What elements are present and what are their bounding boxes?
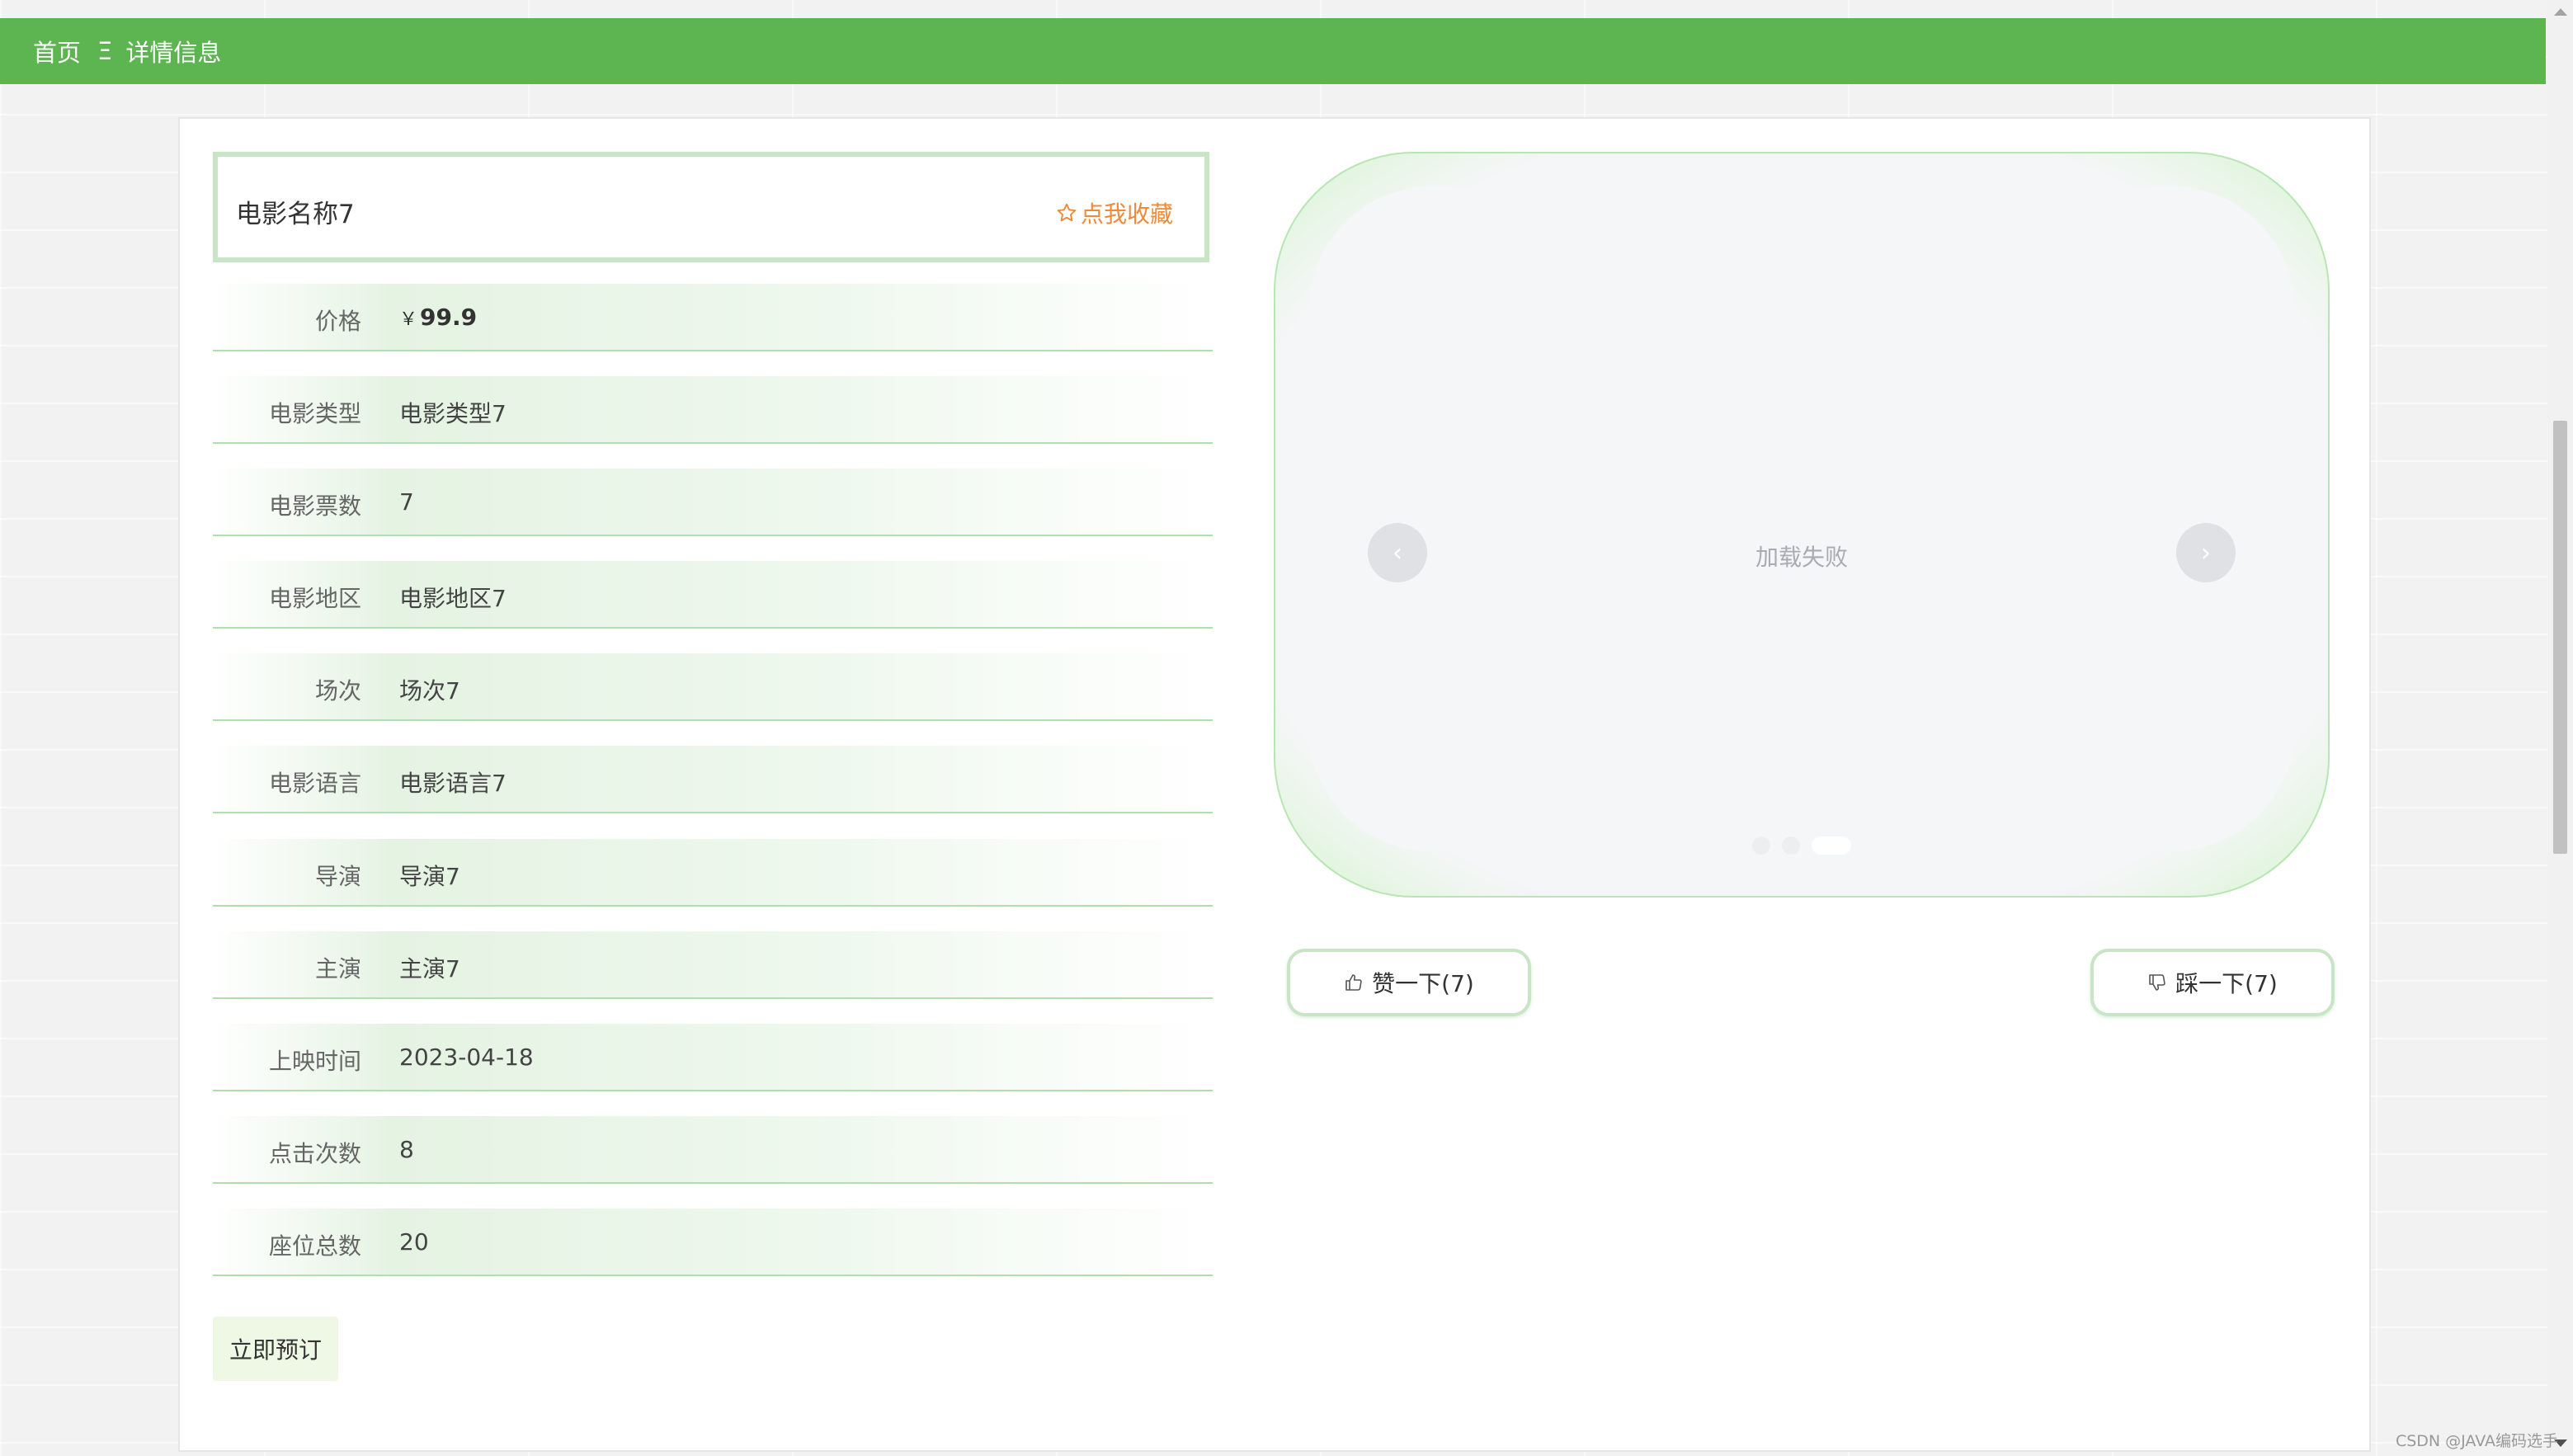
price-value: ￥ 99.9 [399,304,477,331]
detail-label: 价格 [314,308,361,335]
detail-row-seat-total: 座位总数 20 [213,1208,1213,1299]
vertical-scrollbar[interactable] [2547,0,2573,1456]
detail-value: 主演7 [399,954,460,982]
detail-value: 电影地区7 [399,585,507,613]
image-load-error: 加载失败 [1755,544,1848,571]
detail-label: 主演 [314,954,361,982]
thumbs-down-icon [2149,974,2165,991]
breadcrumb-current: 详情信息 [125,39,222,67]
detail-row-price: 价格 ￥ 99.9 [213,284,1213,375]
carousel-indicator[interactable] [1782,836,1800,855]
detail-value: 导演7 [399,862,460,890]
price-amount: 99.9 [420,304,478,331]
detail-value: 20 [399,1227,429,1256]
detail-label: 电影地区 [268,585,361,613]
detail-row-language: 电影语言 电影语言7 [213,746,1213,836]
scroll-up-arrow-icon[interactable] [2554,8,2567,16]
detail-value: 2023-04-18 [399,1043,534,1071]
movie-title: 电影名称7 [236,200,355,229]
detail-label: 电影语言 [268,770,361,798]
detail-row-tickets: 电影票数 7 [213,469,1213,559]
detail-label: 电影票数 [268,492,361,521]
carousel-next-button[interactable]: › [2176,523,2236,582]
favorite-label: 点我收藏 [1080,200,1173,228]
detail-row-director: 导演 导演7 [213,838,1213,930]
like-button[interactable]: 赞一下(7) [1287,949,1531,1016]
carousel-prev-button[interactable]: ‹ [1368,523,1427,582]
chevron-right-icon: › [2201,538,2211,568]
like-label: 赞一下(7) [1372,970,1474,997]
detail-label: 电影类型 [268,400,361,428]
detail-row-region: 电影地区 电影地区7 [213,561,1213,652]
image-carousel: 加载失败 ‹ › [1274,152,2330,898]
detail-label: 上映时间 [268,1047,361,1075]
book-now-button[interactable]: 立即预订 [213,1317,338,1381]
movie-title-box: 电影名称7 点我收藏 [213,152,1209,262]
detail-list: 价格 ￥ 99.9 电影类型 电影类型7 电影票数 7 电影地区 电影地区7 场次… [213,284,1213,1301]
carousel-indicator[interactable] [1752,836,1770,855]
scrollbar-thumb[interactable] [2553,421,2567,854]
detail-row-session: 场次 场次7 [213,653,1213,744]
detail-value: 7 [399,488,414,516]
dislike-button[interactable]: 踩一下(7) [2090,949,2335,1016]
detail-card: 电影名称7 点我收藏 价格 ￥ 99.9 电影类型 电影类型7 电影票数 7 电影… [178,117,2371,1452]
detail-label: 导演 [314,862,361,890]
detail-value: 电影语言7 [399,770,507,798]
breadcrumb-home[interactable]: 首页 [33,34,81,68]
carousel-indicators [1308,836,2295,855]
carousel-slide: 加载失败 ‹ › [1308,186,2295,855]
detail-row-type: 电影类型 电影类型7 [213,376,1213,467]
detail-label: 场次 [314,677,361,705]
star-outline-icon [1057,203,1077,222]
detail-row-release-date: 上映时间 2023-04-18 [213,1023,1213,1114]
detail-label: 座位总数 [268,1232,361,1260]
breadcrumb-separator: Ξ [97,37,113,65]
detail-row-click-count: 点击次数 8 [213,1115,1213,1207]
breadcrumb: 首页 Ξ 详情信息 [0,18,2546,84]
thumbs-up-icon [1345,974,1362,991]
detail-label: 点击次数 [268,1139,361,1167]
currency-symbol: ￥ [399,309,418,330]
dislike-label: 踩一下(7) [2175,970,2278,997]
detail-value: 场次7 [399,677,460,705]
favorite-button[interactable]: 点我收藏 [1056,196,1173,229]
carousel-indicator-active[interactable] [1812,836,1851,855]
watermark: CSDN @JAVA编码选手 [2395,1432,2558,1450]
chevron-left-icon: ‹ [1393,538,1402,568]
detail-value: 电影类型7 [399,400,507,428]
detail-value: 8 [399,1135,414,1163]
detail-row-cast: 主演 主演7 [213,931,1213,1022]
